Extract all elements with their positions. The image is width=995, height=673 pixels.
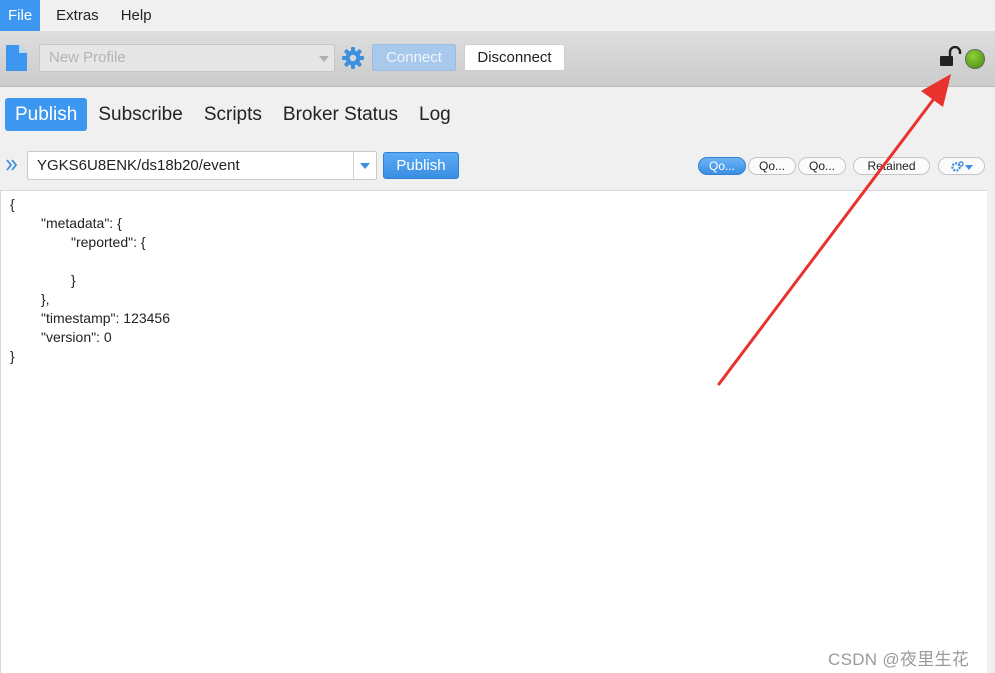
qos0-toggle[interactable]: Qo... — [698, 157, 746, 175]
topic-history-dropdown[interactable] — [353, 152, 376, 179]
publish-options-button[interactable] — [938, 157, 985, 175]
connection-status-indicator — [965, 49, 985, 69]
profile-select[interactable]: New Profile — [39, 44, 335, 72]
main-tabs: Publish Subscribe Scripts Broker Status … — [5, 98, 462, 131]
code-line: "reported": { — [71, 234, 146, 250]
code-line: } — [10, 348, 15, 364]
tab-log[interactable]: Log — [409, 98, 461, 131]
new-profile-doc-icon[interactable] — [4, 44, 30, 77]
payload-editor[interactable]: { "metadata": { "reported": { } }, "time… — [0, 190, 987, 673]
menu-bar: File Extras Help — [0, 0, 995, 31]
disconnect-button[interactable]: Disconnect — [464, 44, 565, 71]
watermark: CSDN @夜里生花 — [828, 650, 970, 669]
tab-subscribe[interactable]: Subscribe — [88, 98, 193, 131]
code-line: "timestamp": 123456 — [41, 310, 171, 326]
code-line: }, — [41, 291, 50, 307]
code-line: "metadata": { — [41, 215, 122, 231]
profile-select-placeholder: New Profile — [49, 49, 126, 66]
expand-chevron-icon[interactable] — [5, 158, 19, 177]
settings-gear-icon[interactable] — [341, 46, 365, 75]
menu-help[interactable]: Help — [113, 0, 160, 31]
chevron-down-icon — [319, 56, 329, 62]
publish-options-gear-icon — [950, 161, 973, 172]
tab-publish[interactable]: Publish — [5, 98, 88, 131]
code-line: } — [71, 272, 76, 288]
tab-scripts[interactable]: Scripts — [194, 98, 272, 131]
connection-toolbar: New Profile Connect Disconnect — [0, 31, 995, 87]
connect-button[interactable]: Connect — [372, 44, 456, 71]
code-line: { — [10, 196, 15, 212]
retained-toggle[interactable]: Retained — [853, 157, 930, 175]
chevron-down-icon — [360, 163, 370, 169]
topic-input[interactable]: YGKS6U8ENK/ds18b20/event — [27, 151, 377, 180]
menu-extras[interactable]: Extras — [48, 0, 107, 31]
tab-broker-status[interactable]: Broker Status — [273, 98, 408, 131]
topic-value: YGKS6U8ENK/ds18b20/event — [37, 157, 240, 174]
qos2-toggle[interactable]: Qo... — [798, 157, 846, 175]
menu-file[interactable]: File — [0, 0, 41, 31]
qos1-toggle[interactable]: Qo... — [748, 157, 796, 175]
unlocked-padlock-icon — [939, 45, 963, 73]
publish-button[interactable]: Publish — [383, 152, 459, 179]
code-line: "version": 0 — [41, 329, 112, 345]
